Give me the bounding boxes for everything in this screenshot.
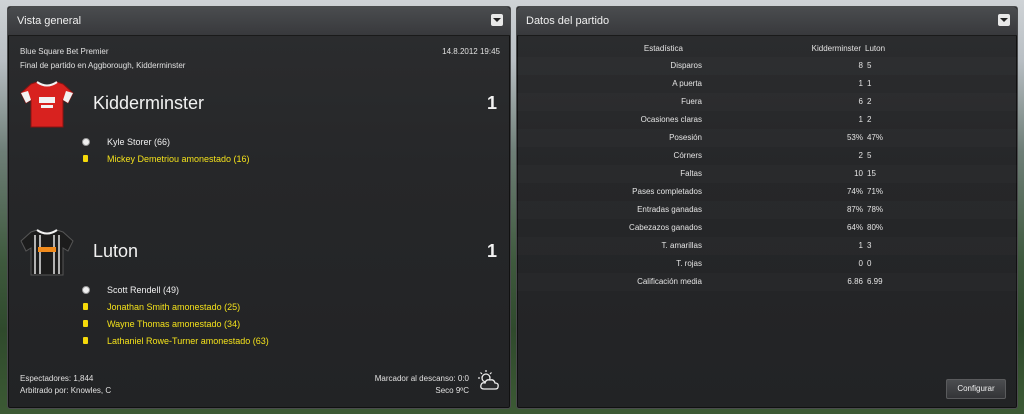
stat-home-value: 53% (846, 133, 863, 142)
event-yellow-card[interactable]: Wayne Thomas amonestado (34) (107, 319, 240, 329)
stat-home-value: 1 (858, 79, 863, 88)
match-datetime: 14.8.2012 19:45 (442, 47, 500, 56)
stat-label: Córners (673, 151, 702, 160)
home-score: 1 (486, 93, 497, 113)
match-overview-panel: Vista general Blue Square Bet Premier 14… (7, 6, 511, 409)
competition-name: Blue Square Bet Premier (20, 47, 109, 56)
stats-row: Ocasiones claras 1 2 (517, 111, 1017, 129)
home-shirt-icon (20, 81, 74, 128)
stats-header-label: Estadística (643, 44, 683, 53)
stat-label: Disparos (670, 61, 702, 70)
stat-label: T. amarillas (661, 241, 702, 250)
match-venue: Final de partido en Aggborough, Kiddermi… (20, 61, 186, 70)
stat-label: Pases completados (632, 187, 702, 196)
stat-label: Faltas (680, 169, 702, 178)
stat-away-value: 78% (867, 205, 884, 214)
referee: Arbitrado por: Knowles, C (20, 386, 112, 395)
stats-row: Fuera 6 2 (517, 93, 1017, 111)
stats-row: Entradas ganadas 87% 78% (517, 201, 1017, 219)
stat-home-value: 8 (858, 61, 863, 70)
stats-row: Disparos 8 5 (517, 57, 1017, 75)
weather-text: Seco 9ºC (435, 386, 469, 395)
stat-label: Cabezazos ganados (629, 223, 702, 232)
stat-label: T. rojas (676, 259, 702, 268)
panel-title: Datos del partido (526, 15, 610, 27)
stat-home-value: 1 (858, 115, 863, 124)
stat-home-value: 0 (858, 259, 863, 268)
stat-home-value: 1 (858, 241, 863, 250)
yellow-card-icon (83, 337, 88, 344)
yellow-card-icon (83, 320, 88, 327)
stat-away-value: 2 (867, 115, 872, 124)
attendance: Espectadores: 1,844 (20, 374, 94, 383)
stat-home-value: 74% (846, 187, 863, 196)
panel-menu-icon[interactable] (491, 14, 503, 26)
stats-row: Córners 2 5 (517, 147, 1017, 165)
goal-ball-icon (82, 138, 90, 146)
stat-label: Ocasiones claras (640, 115, 702, 124)
stat-label: Fuera (681, 97, 702, 106)
stats-row: Pases completados 74% 71% (517, 183, 1017, 201)
event-yellow-card[interactable]: Mickey Demetriou amonestado (16) (107, 154, 250, 164)
stat-home-value: 2 (858, 151, 863, 160)
stat-away-value: 71% (867, 187, 884, 196)
goal-ball-icon (82, 286, 90, 294)
panel-title: Vista general (17, 15, 82, 27)
match-stats-panel: Datos del partido Estadística Kiddermins… (516, 6, 1018, 409)
stat-away-value: 0 (867, 259, 872, 268)
yellow-card-icon (83, 155, 88, 162)
stat-label: Calificación media (637, 277, 702, 286)
stat-label: Posesión (669, 133, 702, 142)
configure-button[interactable]: Configurar (946, 379, 1006, 399)
stat-home-value: 6.86 (847, 277, 863, 286)
stat-away-value: 47% (867, 133, 884, 142)
stats-row: T. amarillas 1 3 (517, 237, 1017, 255)
cloud-sun-icon (478, 370, 499, 390)
stats-row: A puerta 1 1 (517, 75, 1017, 93)
stats-row: T. rojas 0 0 (517, 255, 1017, 273)
stat-away-value: 5 (867, 61, 872, 70)
stat-label: Entradas ganadas (637, 205, 702, 214)
stats-header-home: Kidderminster (811, 44, 861, 53)
away-shirt-icon (20, 229, 74, 276)
stats-row: Posesión 53% 47% (517, 129, 1017, 147)
stat-home-value: 64% (846, 223, 863, 232)
event-goal[interactable]: Scott Rendell (49) (107, 285, 179, 295)
panel-header: Datos del partido (517, 7, 1017, 36)
away-team-name[interactable]: Luton (93, 241, 138, 262)
stat-away-value: 1 (867, 79, 872, 88)
stat-label: A puerta (672, 79, 702, 88)
stats-row: Calificación media 6.86 6.99 (517, 273, 1017, 291)
stats-row: Faltas 10 15 (517, 165, 1017, 183)
stat-away-value: 80% (867, 223, 884, 232)
stat-home-value: 10 (854, 169, 863, 178)
stat-home-value: 6 (858, 97, 863, 106)
stat-away-value: 2 (867, 97, 872, 106)
yellow-card-icon (83, 303, 88, 310)
stats-row: Cabezazos ganados 64% 80% (517, 219, 1017, 237)
event-yellow-card[interactable]: Jonathan Smith amonestado (25) (107, 302, 240, 312)
event-yellow-card[interactable]: Lathaniel Rowe-Turner amonestado (63) (107, 336, 269, 346)
panel-menu-icon[interactable] (998, 14, 1010, 26)
stats-header-row: Estadística Kidderminster Luton (517, 40, 1017, 58)
stat-away-value: 6.99 (867, 277, 883, 286)
stat-away-value: 3 (867, 241, 872, 250)
stat-away-value: 5 (867, 151, 872, 160)
home-team-name[interactable]: Kidderminster (93, 93, 204, 114)
halftime-score: Marcador al descanso: 0:0 (374, 374, 469, 383)
stats-header-away: Luton (865, 44, 886, 53)
stat-home-value: 87% (846, 205, 863, 214)
panel-header: Vista general (8, 7, 510, 36)
away-score: 1 (486, 241, 497, 261)
stat-away-value: 15 (867, 169, 876, 178)
event-goal[interactable]: Kyle Storer (66) (107, 137, 170, 147)
